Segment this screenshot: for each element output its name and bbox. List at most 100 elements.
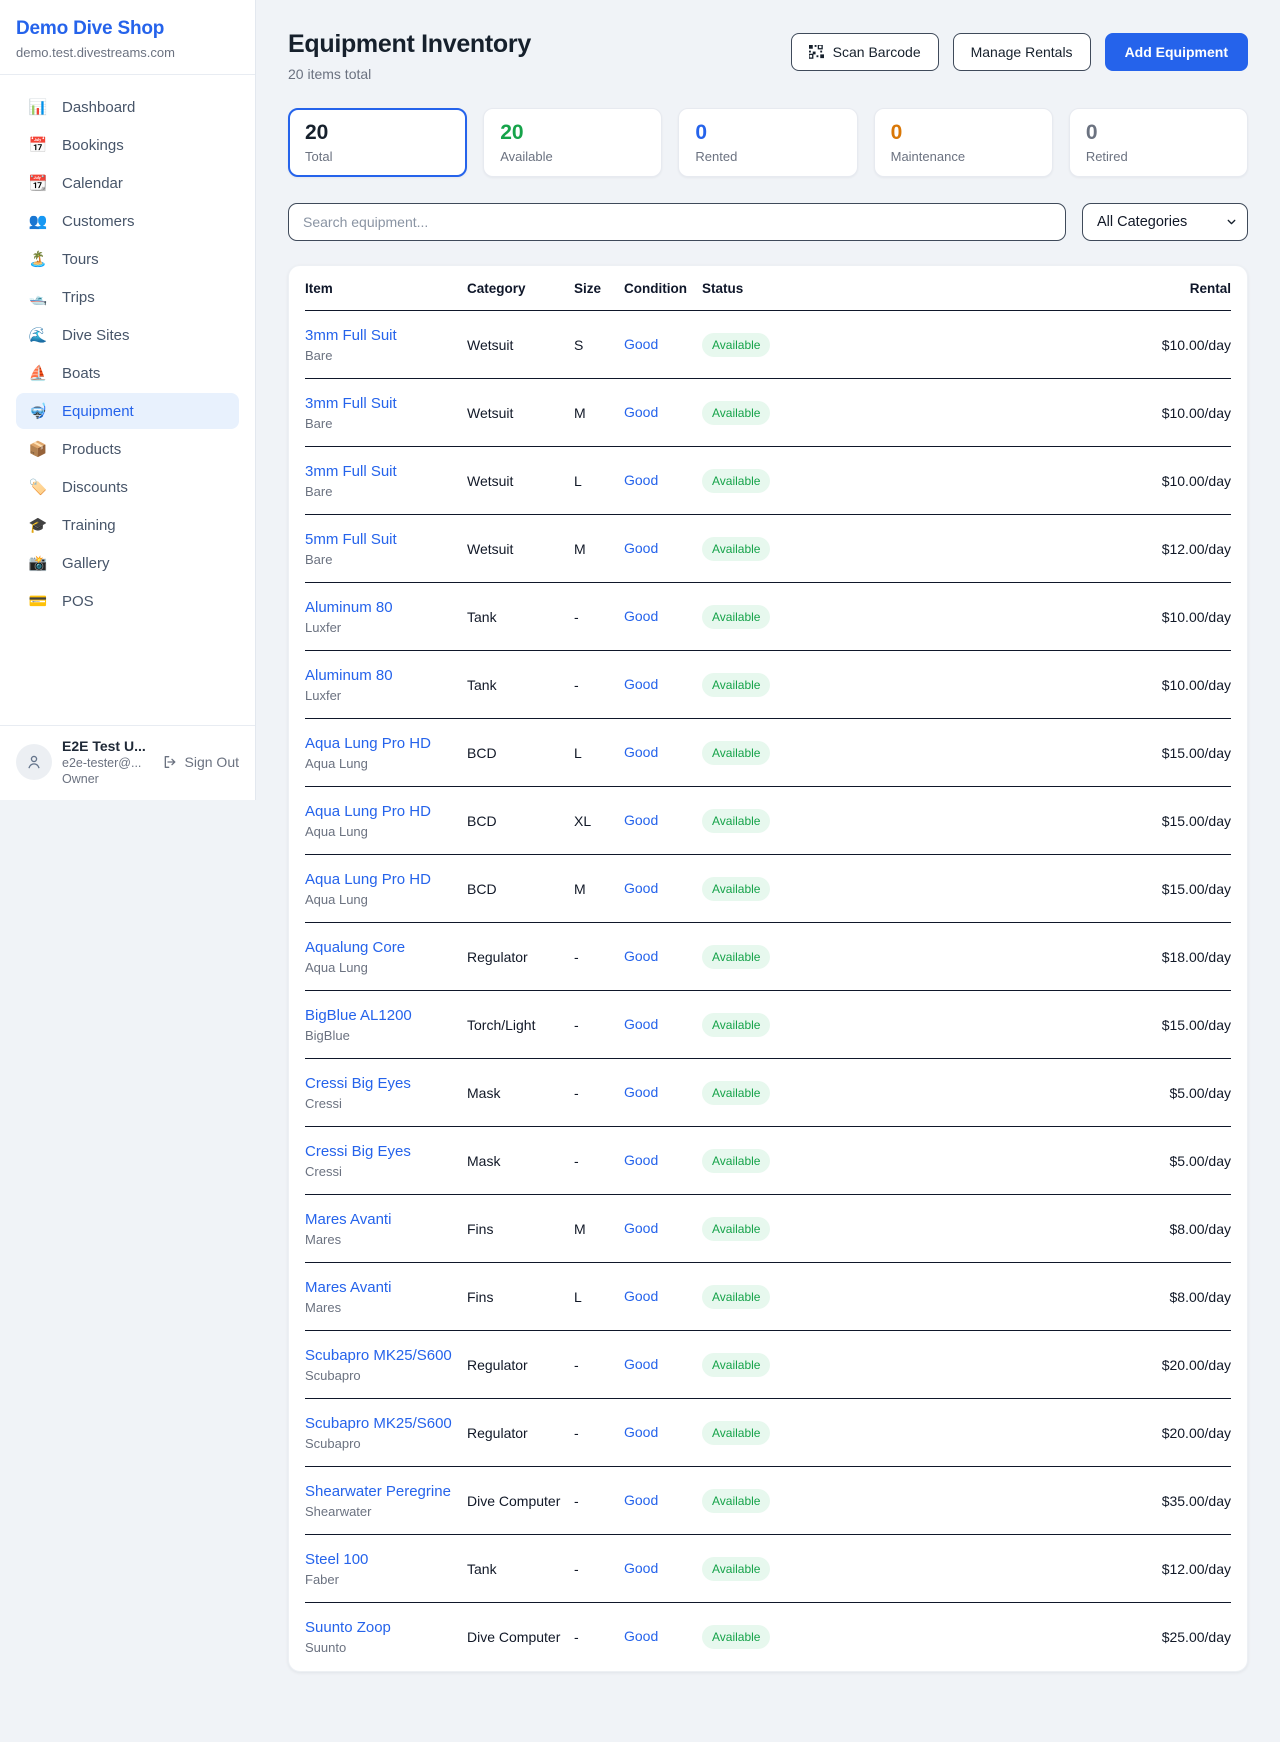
condition-link[interactable]: Good xyxy=(624,404,658,420)
item-name-link[interactable]: Aqua Lung Pro HD xyxy=(305,803,467,820)
item-name-link[interactable]: Aqualung Core xyxy=(305,939,467,956)
size-cell: - xyxy=(574,1153,624,1169)
status-cell: Available xyxy=(702,1149,822,1173)
item-name-link[interactable]: Mares Avanti xyxy=(305,1279,467,1296)
sidebar-item-training[interactable]: 🎓 Training xyxy=(16,507,239,543)
sidebar-item-label: Calendar xyxy=(62,175,123,192)
condition-link[interactable]: Good xyxy=(624,1288,658,1304)
sidebar-item-gallery[interactable]: 📸 Gallery xyxy=(16,545,239,581)
item-name-link[interactable]: Aluminum 80 xyxy=(305,667,467,684)
condition-link[interactable]: Good xyxy=(624,540,658,556)
rental-cell: $20.00/day xyxy=(822,1425,1231,1441)
condition-link[interactable]: Good xyxy=(624,1016,658,1032)
table-row: Mares Avanti Mares Fins M Good Available… xyxy=(305,1195,1231,1263)
condition-link[interactable]: Good xyxy=(624,948,658,964)
item-name-link[interactable]: Scubapro MK25/S600 xyxy=(305,1415,467,1432)
sidebar-item-discounts[interactable]: 🏷️ Discounts xyxy=(16,469,239,505)
sidebar-item-bookings[interactable]: 📅 Bookings xyxy=(16,127,239,163)
table-row: Shearwater Peregrine Shearwater Dive Com… xyxy=(305,1467,1231,1535)
brand-link[interactable]: Demo Dive Shop xyxy=(16,18,239,40)
search-input[interactable] xyxy=(288,203,1066,241)
condition-link[interactable]: Good xyxy=(624,880,658,896)
filter-row: All Categories xyxy=(288,203,1248,241)
item-name-link[interactable]: Suunto Zoop xyxy=(305,1619,467,1636)
add-equipment-button[interactable]: Add Equipment xyxy=(1105,33,1248,71)
sidebar-item-trips[interactable]: 🛥️ Trips xyxy=(16,279,239,315)
condition-link[interactable]: Good xyxy=(624,1628,658,1644)
item-name-link[interactable]: Cressi Big Eyes xyxy=(305,1143,467,1160)
item-cell: Scubapro MK25/S600 Scubapro xyxy=(305,1347,467,1383)
condition-link[interactable]: Good xyxy=(624,812,658,828)
item-name-link[interactable]: Steel 100 xyxy=(305,1551,467,1568)
status-badge: Available xyxy=(702,945,770,969)
sidebar-item-calendar[interactable]: 📆 Calendar xyxy=(16,165,239,201)
condition-cell: Good xyxy=(624,608,702,626)
stat-card-retired[interactable]: 0 Retired xyxy=(1069,108,1248,177)
sidebar-item-label: Bookings xyxy=(62,137,124,154)
category-cell: BCD xyxy=(467,881,574,897)
item-name-link[interactable]: Aluminum 80 xyxy=(305,599,467,616)
stat-card-rented[interactable]: 0 Rented xyxy=(678,108,857,177)
item-name-link[interactable]: Mares Avanti xyxy=(305,1211,467,1228)
item-name-link[interactable]: BigBlue AL1200 xyxy=(305,1007,467,1024)
sidebar-item-dashboard[interactable]: 📊 Dashboard xyxy=(16,89,239,125)
customers-icon: 👥 xyxy=(28,212,48,230)
condition-link[interactable]: Good xyxy=(624,1152,658,1168)
condition-link[interactable]: Good xyxy=(624,608,658,624)
sidebar-item-pos[interactable]: 💳 POS xyxy=(16,583,239,619)
condition-link[interactable]: Good xyxy=(624,1424,658,1440)
item-name-link[interactable]: Aqua Lung Pro HD xyxy=(305,735,467,752)
category-select[interactable]: All Categories xyxy=(1082,203,1248,241)
sign-out-button[interactable]: Sign Out xyxy=(162,754,239,770)
item-brand: Bare xyxy=(305,348,467,363)
discounts-icon: 🏷️ xyxy=(28,478,48,496)
item-brand: Scubapro xyxy=(305,1368,467,1383)
brand-domain: demo.test.divestreams.com xyxy=(16,45,239,60)
condition-link[interactable]: Good xyxy=(624,1492,658,1508)
sidebar-item-customers[interactable]: 👥 Customers xyxy=(16,203,239,239)
item-brand: Cressi xyxy=(305,1096,467,1111)
status-cell: Available xyxy=(702,945,822,969)
barcode-scan-icon xyxy=(809,45,824,60)
item-name-link[interactable]: Shearwater Peregrine xyxy=(305,1483,467,1500)
scan-barcode-button[interactable]: Scan Barcode xyxy=(791,33,939,71)
condition-link[interactable]: Good xyxy=(624,1356,658,1372)
item-name-link[interactable]: 3mm Full Suit xyxy=(305,327,467,344)
status-cell: Available xyxy=(702,809,822,833)
table-row: Steel 100 Faber Tank - Good Available $1… xyxy=(305,1535,1231,1603)
condition-link[interactable]: Good xyxy=(624,676,658,692)
condition-link[interactable]: Good xyxy=(624,744,658,760)
item-name-link[interactable]: Scubapro MK25/S600 xyxy=(305,1347,467,1364)
item-name-link[interactable]: 3mm Full Suit xyxy=(305,463,467,480)
item-name-link[interactable]: Aqua Lung Pro HD xyxy=(305,871,467,888)
item-name-link[interactable]: Cressi Big Eyes xyxy=(305,1075,467,1092)
condition-link[interactable]: Good xyxy=(624,1560,658,1576)
item-name-link[interactable]: 3mm Full Suit xyxy=(305,395,467,412)
rental-cell: $8.00/day xyxy=(822,1221,1231,1237)
status-badge: Available xyxy=(702,877,770,901)
condition-link[interactable]: Good xyxy=(624,1220,658,1236)
stat-card-available[interactable]: 20 Available xyxy=(483,108,662,177)
main-content: Equipment Inventory 20 items total Scan … xyxy=(256,0,1280,1706)
status-badge: Available xyxy=(702,673,770,697)
condition-link[interactable]: Good xyxy=(624,472,658,488)
rental-cell: $15.00/day xyxy=(822,813,1231,829)
sidebar-item-equipment[interactable]: 🤿 Equipment xyxy=(16,393,239,429)
sidebar-item-boats[interactable]: ⛵ Boats xyxy=(16,355,239,391)
sidebar-item-tours[interactable]: 🏝️ Tours xyxy=(16,241,239,277)
condition-link[interactable]: Good xyxy=(624,1084,658,1100)
condition-cell: Good xyxy=(624,540,702,558)
sidebar-item-dive-sites[interactable]: 🌊 Dive Sites xyxy=(16,317,239,353)
manage-rentals-button[interactable]: Manage Rentals xyxy=(953,33,1091,71)
status-badge: Available xyxy=(702,1625,770,1649)
table-row: 5mm Full Suit Bare Wetsuit M Good Availa… xyxy=(305,515,1231,583)
table-row: Scubapro MK25/S600 Scubapro Regulator - … xyxy=(305,1331,1231,1399)
stat-card-total[interactable]: 20 Total xyxy=(288,108,467,177)
condition-link[interactable]: Good xyxy=(624,336,658,352)
category-cell: BCD xyxy=(467,813,574,829)
sidebar-item-products[interactable]: 📦 Products xyxy=(16,431,239,467)
sidebar-item-label: Dive Sites xyxy=(62,327,130,344)
stat-card-maintenance[interactable]: 0 Maintenance xyxy=(874,108,1053,177)
dive-sites-icon: 🌊 xyxy=(28,326,48,344)
item-name-link[interactable]: 5mm Full Suit xyxy=(305,531,467,548)
